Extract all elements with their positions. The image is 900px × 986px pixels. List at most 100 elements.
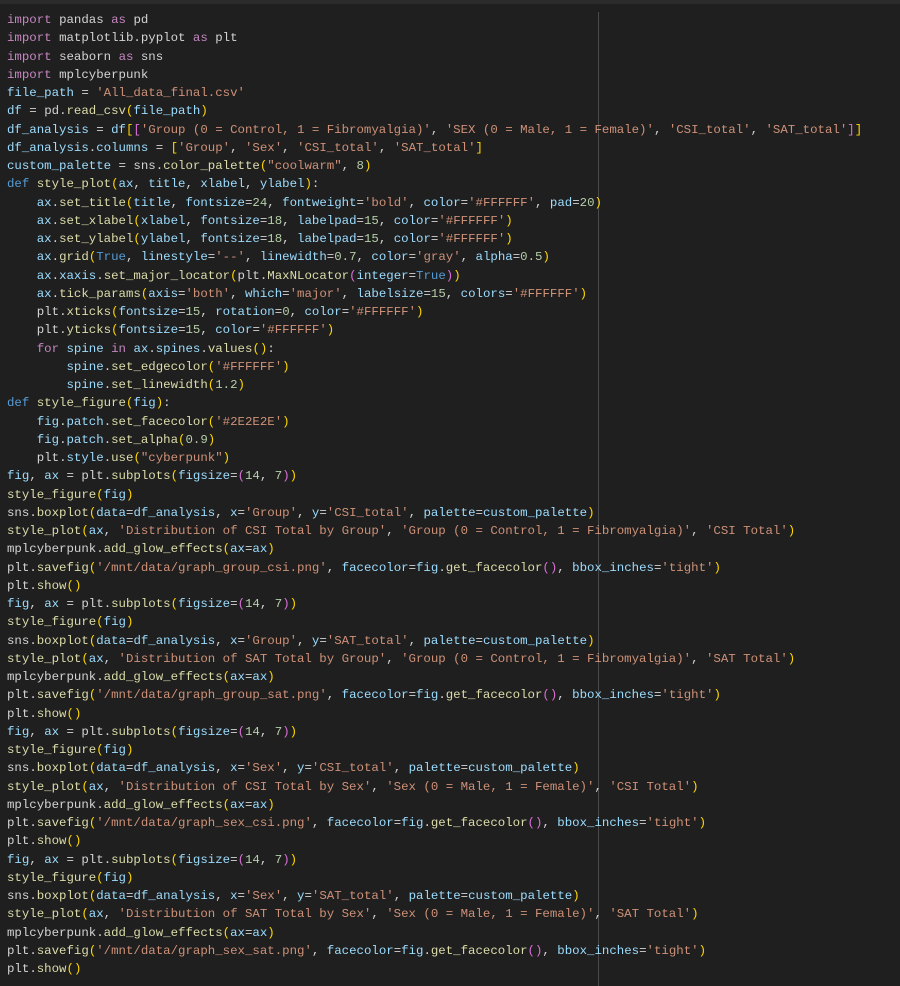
code-token: ) xyxy=(200,104,208,119)
code-token: 18 xyxy=(267,232,283,246)
code-token: spines xyxy=(155,341,201,356)
code-token: . xyxy=(29,761,37,776)
code-token: plt xyxy=(36,323,60,338)
code-line: ax.set_title(title, fontsize=24, fontwei… xyxy=(7,194,862,212)
code-token: use xyxy=(111,451,134,465)
code-token: ( xyxy=(237,852,245,867)
code-token: . xyxy=(96,797,104,812)
code-token: plt xyxy=(81,852,104,867)
code-token: df_analysis xyxy=(133,761,216,776)
code-token: color_palette xyxy=(163,159,260,173)
code-token: ( xyxy=(66,962,74,976)
code-token: , xyxy=(594,907,610,922)
code-token: set_facecolor xyxy=(111,414,208,429)
code-token: fontsize xyxy=(118,323,179,338)
code-line: style_plot(ax, 'Distribution of CSI Tota… xyxy=(7,522,862,540)
code-token: xlabel xyxy=(200,177,245,192)
code-token: ax xyxy=(88,907,104,922)
code-token: plt xyxy=(36,305,60,319)
code-token: = xyxy=(408,688,416,703)
code-token: custom_palette xyxy=(482,505,588,520)
code-token: subplots xyxy=(111,469,171,484)
code-token: 'Group (0 = Control, 1 = Fibromyalgia)' xyxy=(401,524,692,538)
code-token: patch xyxy=(66,432,104,447)
code-token: , xyxy=(244,177,260,192)
code-token: 'Distribution of CSI Total by Sex' xyxy=(118,779,372,794)
code-token: , xyxy=(103,907,119,922)
code-token: = xyxy=(356,195,364,210)
code-token: . xyxy=(51,232,60,246)
code-line: style_figure(fig) xyxy=(7,869,862,887)
code-token: integer xyxy=(356,268,409,283)
code-token: ax xyxy=(230,670,245,684)
code-token: ax xyxy=(252,542,268,557)
code-token: color xyxy=(304,305,342,319)
code-token: ) xyxy=(125,487,134,502)
code-token: ( xyxy=(237,724,245,739)
code-token: set_ylabel xyxy=(59,232,134,246)
code-token: = xyxy=(230,852,238,867)
code-token: ) xyxy=(304,177,312,192)
code-token: 'SAT_total' xyxy=(765,122,848,137)
code-token: ) xyxy=(787,651,796,666)
code-token: color xyxy=(371,250,409,265)
code-token: , xyxy=(133,177,149,192)
code-token: ) xyxy=(282,724,290,739)
code-line: import matplotlib.pyplot as plt xyxy=(7,29,862,47)
code-token: = xyxy=(252,323,260,338)
code-token: ax xyxy=(252,797,268,812)
code-token: = xyxy=(505,286,513,301)
code-token: color xyxy=(423,195,461,210)
code-token: fontsize xyxy=(200,213,260,228)
code-token: ( xyxy=(542,688,550,703)
code-token: plt xyxy=(7,834,30,849)
code-token: , xyxy=(535,195,550,210)
code-token: = xyxy=(178,305,186,319)
code-token: 20 xyxy=(579,195,595,210)
code-token: ax xyxy=(44,852,60,867)
code-token: 'CSI Total' xyxy=(705,524,788,538)
code-token: 14 xyxy=(245,852,260,867)
code-token: ( xyxy=(133,213,141,228)
code-line: plt.show() xyxy=(7,705,862,723)
code-token: ) xyxy=(282,852,290,867)
code-token: ) xyxy=(267,797,275,812)
code-token: ( xyxy=(133,232,141,246)
code-token: ) xyxy=(698,816,707,830)
code-token: fig xyxy=(103,870,126,885)
code-token: custom_palette xyxy=(482,633,588,648)
code-token: ] xyxy=(854,122,863,137)
code-token: linestyle xyxy=(140,250,208,265)
code-token: , xyxy=(230,286,245,301)
code-line: sns.boxplot(data=df_analysis, x='Group',… xyxy=(7,504,862,522)
code-token: , xyxy=(215,761,231,776)
code-token: , xyxy=(356,250,372,265)
code-token: mplcyberpunk xyxy=(7,670,97,684)
code-token: mplcyberpunk xyxy=(7,797,97,812)
code-token: , xyxy=(691,651,706,666)
code-token: style_plot xyxy=(7,524,82,538)
code-token: fig xyxy=(416,688,439,703)
code-token: , xyxy=(259,469,275,484)
code-token: ) xyxy=(289,852,298,867)
code-token: labelpad xyxy=(297,232,357,246)
code-token: style_figure xyxy=(7,615,97,630)
code-token: x xyxy=(230,889,238,903)
code-token: MaxNLocator xyxy=(267,268,350,283)
code-token: fig xyxy=(103,615,126,630)
code-token: get_facecolor xyxy=(445,688,543,703)
code-token: ( xyxy=(252,341,260,356)
code-editor[interactable]: import pandas as pd import matplotlib.pyp… xyxy=(7,11,862,978)
code-token: 'Sex' xyxy=(244,761,283,776)
code-line: ax.tick_params(axis='both', which='major… xyxy=(7,285,862,303)
code-token: , xyxy=(430,122,446,137)
code-token: ax xyxy=(36,213,52,228)
code-token: style_figure xyxy=(7,487,97,502)
code-token: mplcyberpunk xyxy=(59,67,149,82)
code-token: , xyxy=(297,505,312,520)
